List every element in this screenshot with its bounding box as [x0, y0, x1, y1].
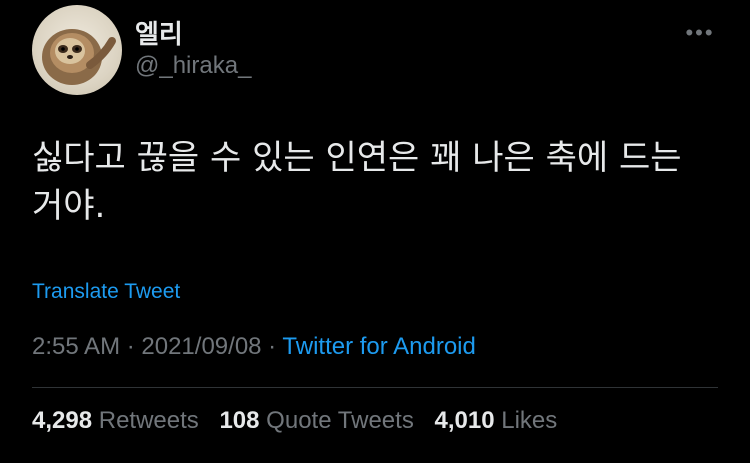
tweet-stats: 4,298 Retweets 108 Quote Tweets 4,010 Li… — [32, 407, 571, 435]
quote-tweets-label: Quote Tweets — [266, 407, 414, 434]
retweets-stat[interactable]: 4,298 Retweets — [32, 407, 199, 434]
more-horizontal-icon[interactable]: ••• — [680, 18, 720, 48]
retweets-label: Retweets — [98, 407, 199, 434]
display-name[interactable]: 엘리 — [135, 14, 183, 51]
tweet-detail: 엘리 @_hiraka_ ••• 싫다고 끊을 수 있는 인연은 꽤 나은 축에… — [0, 0, 750, 463]
likes-stat[interactable]: 4,010 Likes — [435, 407, 558, 434]
meta-separator: · — [120, 333, 142, 360]
tweet-meta: 2:55 AM · 2021/09/08 · Twitter for Andro… — [32, 333, 476, 361]
tweet-date[interactable]: 2021/09/08 — [141, 333, 261, 360]
tweet-time[interactable]: 2:55 AM — [32, 333, 120, 360]
tweet-text: 싫다고 끊을 수 있는 인연은 꽤 나은 축에 드는 거야. — [32, 138, 682, 226]
quote-tweets-count: 108 — [219, 407, 260, 434]
tweet-source-link[interactable]: Twitter for Android — [282, 333, 475, 360]
sloth-avatar-image — [42, 29, 116, 85]
user-handle[interactable]: @_hiraka_ — [135, 52, 251, 80]
likes-count: 4,010 — [434, 407, 495, 434]
quote-tweets-stat[interactable]: 108 Quote Tweets — [219, 407, 413, 434]
meta-separator-2: · — [261, 333, 283, 360]
likes-label: Likes — [501, 407, 558, 434]
divider — [32, 387, 718, 388]
translate-tweet-link[interactable]: Translate Tweet — [32, 280, 180, 304]
avatar[interactable] — [32, 5, 122, 95]
retweets-count: 4,298 — [32, 407, 93, 434]
